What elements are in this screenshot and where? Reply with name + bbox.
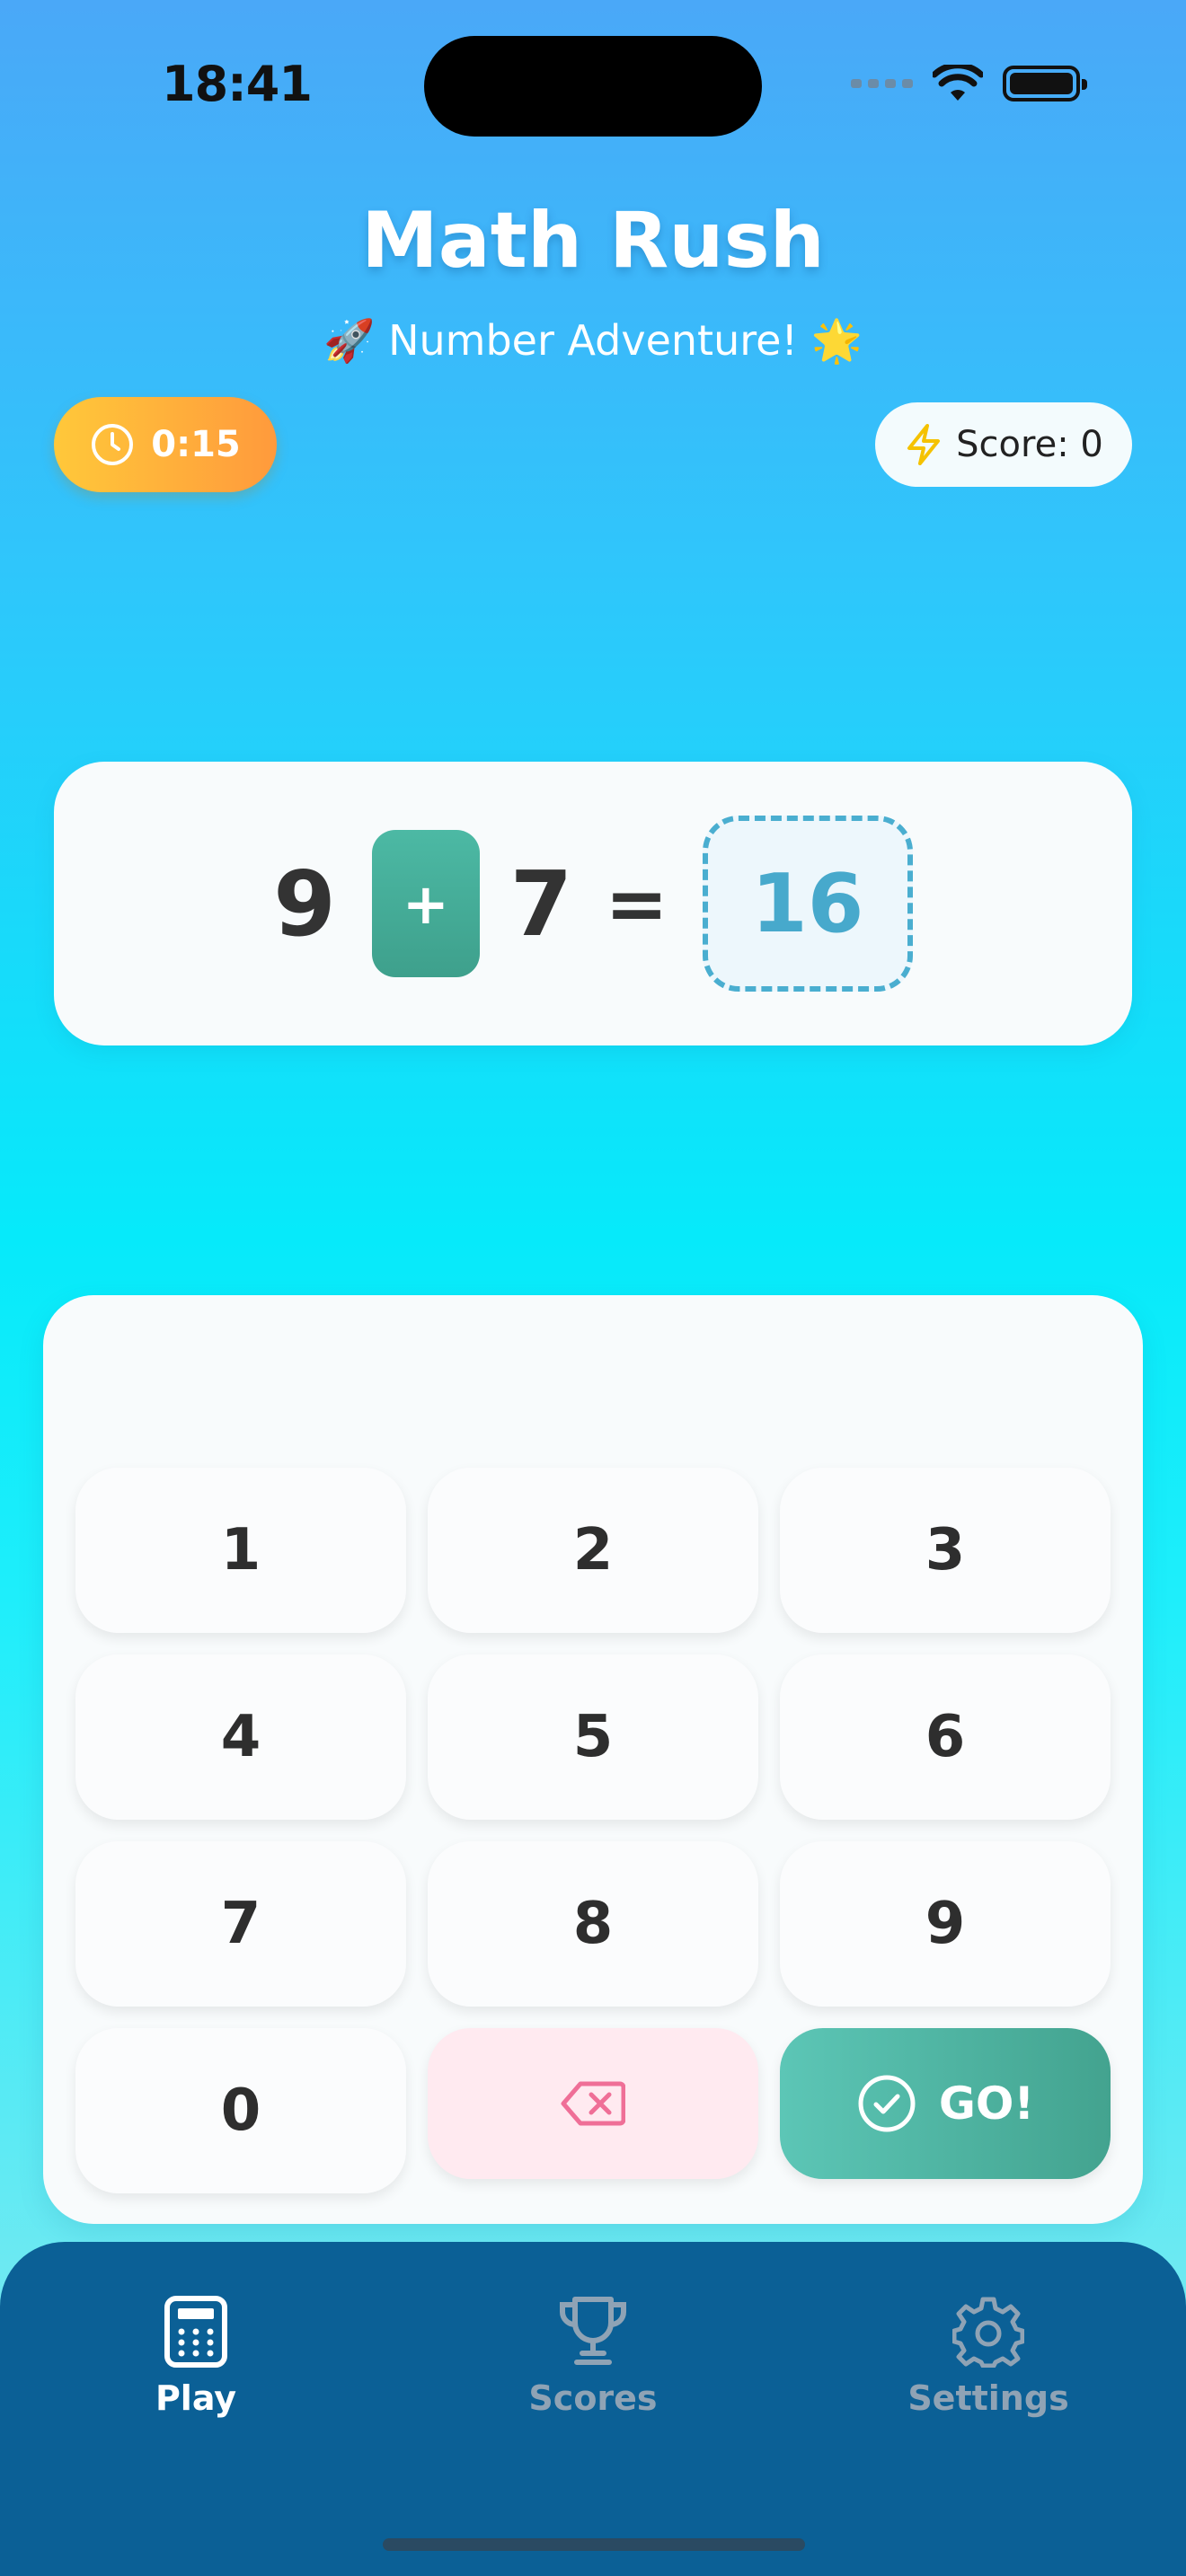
nav-label-play: Play — [155, 2378, 237, 2418]
app-subtitle: 🚀 Number Adventure! 🌟 — [323, 316, 863, 365]
wifi-icon — [933, 65, 983, 101]
operator-badge: + — [371, 830, 480, 977]
key-9[interactable]: 9 — [780, 1841, 1111, 2007]
trophy-icon — [560, 2297, 626, 2365]
key-5[interactable]: 5 — [428, 1654, 758, 1820]
key-2[interactable]: 2 — [428, 1468, 758, 1633]
go-label: GO! — [938, 2078, 1035, 2130]
score-badge: Score: 0 — [875, 402, 1132, 487]
equation-row: 9 + 7 = 16 — [54, 762, 1132, 1045]
right-operand: 7 — [509, 851, 573, 957]
nav-label-scores: Scores — [528, 2378, 658, 2418]
timer-badge: 0:15 — [54, 397, 277, 492]
timer-value: 0:15 — [151, 424, 241, 465]
backspace-icon — [561, 2081, 625, 2126]
home-indicator — [383, 2538, 805, 2551]
clock-icon — [92, 424, 134, 465]
battery-icon — [1003, 66, 1087, 101]
key-0[interactable]: 0 — [75, 2028, 406, 2193]
key-7[interactable]: 7 — [75, 1841, 406, 2007]
calculator-icon — [164, 2296, 227, 2368]
check-circle-icon — [858, 2075, 916, 2132]
app-title: Math Rush — [361, 196, 825, 286]
score-label: Score: 0 — [956, 424, 1103, 465]
equals-sign: = — [605, 860, 668, 948]
nav-item-scores[interactable]: Scores — [476, 2296, 710, 2418]
nav-item-settings[interactable]: Settings — [872, 2296, 1105, 2418]
delete-button[interactable] — [428, 2028, 758, 2179]
gear-icon — [952, 2297, 1024, 2368]
status-time: 18:41 — [162, 56, 313, 112]
nav-label-settings: Settings — [907, 2378, 1069, 2418]
lightning-icon — [907, 424, 941, 465]
signal-dots-icon — [851, 79, 913, 88]
key-1[interactable]: 1 — [75, 1468, 406, 1633]
key-8[interactable]: 8 — [428, 1841, 758, 2007]
status-icons — [851, 65, 1087, 102]
key-4[interactable]: 4 — [75, 1654, 406, 1820]
left-operand: 9 — [273, 851, 336, 957]
key-6[interactable]: 6 — [780, 1654, 1111, 1820]
go-button[interactable]: GO! — [780, 2028, 1111, 2179]
dynamic-island — [424, 36, 762, 137]
nav-item-play[interactable]: Play — [79, 2296, 313, 2418]
key-3[interactable]: 3 — [780, 1468, 1111, 1633]
answer-field[interactable]: 16 — [702, 816, 913, 992]
